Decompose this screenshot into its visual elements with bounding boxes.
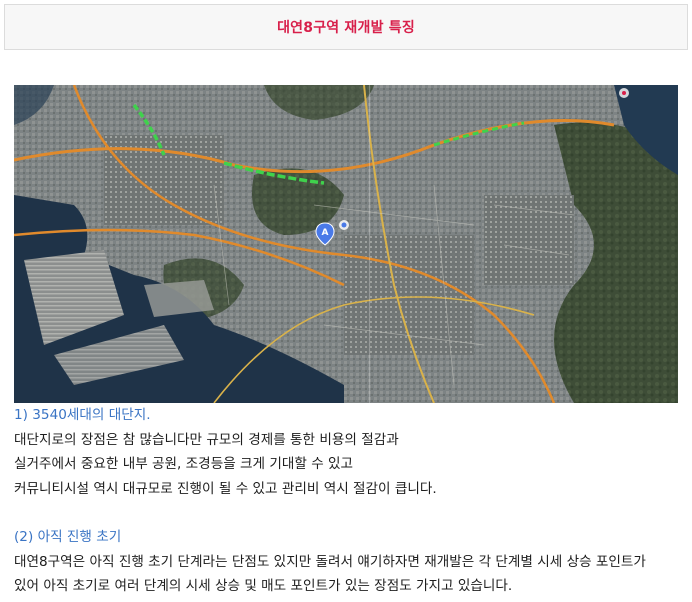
paragraph-line: 있어 아직 초기로 여러 단계의 시세 상승 및 매도 포인트가 있는 장점도 … xyxy=(14,578,513,594)
article-content: 1) 3540세대의 대단지. 대단지로의 장점은 참 많습니다만 규모의 경제… xyxy=(14,403,678,599)
paragraph-line: 커뮤니티시설 역시 대규모로 진행이 될 수 있고 관리비 역시 절감이 큽니다… xyxy=(14,480,437,497)
satellite-map-image: A xyxy=(14,85,678,403)
paragraph-line: 실거주에서 중요한 내부 공원, 조경등을 크게 기대할 수 있고 xyxy=(14,456,354,472)
section-heading: 1) 3540세대의 대단지. xyxy=(14,407,151,423)
section-heading: (2) 아직 진행 초기 xyxy=(14,529,122,545)
paragraph-line: 대연8구역은 아직 진행 초기 단계라는 단점도 있지만 돌려서 얘기하자면 재… xyxy=(14,553,646,570)
map-graphic: A xyxy=(14,85,678,403)
map-poi-icon xyxy=(619,88,629,98)
title-bar: 대연8구역 재개발 특징 xyxy=(4,4,688,50)
map-pin-icon[interactable] xyxy=(339,220,349,230)
page-title: 대연8구역 재개발 특징 xyxy=(277,20,415,36)
paragraph-line: 대단지로의 장점은 참 많습니다만 규모의 경제를 통한 비용의 절감과 xyxy=(14,431,399,448)
map-marker-letter: A xyxy=(322,228,329,238)
